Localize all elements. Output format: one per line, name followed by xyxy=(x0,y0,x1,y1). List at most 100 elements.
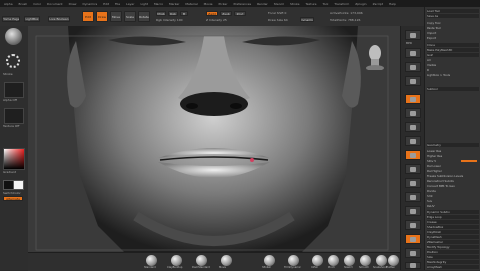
slash3-brush-icon[interactable] xyxy=(344,255,355,266)
scroll-button[interactable] xyxy=(405,62,421,72)
shadowbox-section[interactable]: ShadowBox xyxy=(427,225,479,229)
frame-button[interactable] xyxy=(405,164,421,174)
claybuildup-brush-icon[interactable] xyxy=(171,255,182,266)
line-fill-button[interactable] xyxy=(405,220,421,230)
lower-res-button[interactable]: Lower Res xyxy=(427,149,479,153)
menu-item-file[interactable]: File xyxy=(115,2,120,6)
menu-item-material[interactable]: Material xyxy=(185,2,197,6)
mrgb-button[interactable]: Mrgb xyxy=(156,11,166,16)
aahalf-button[interactable] xyxy=(405,108,421,118)
menu-item-light[interactable]: Light xyxy=(140,2,148,6)
secondary-color-swatch[interactable] xyxy=(13,180,24,190)
menu-item-preferences[interactable]: Preferences xyxy=(233,2,251,6)
menu-item-texture[interactable]: Texture xyxy=(306,2,317,6)
menu-item-picker[interactable]: Picker xyxy=(219,2,228,6)
menu-item-draw[interactable]: Draw xyxy=(69,2,77,6)
menu-item-zplugin[interactable]: Zplugin xyxy=(355,2,366,6)
arraymesh-section[interactable]: ArrayMesh xyxy=(427,265,479,269)
menu-item-alpha[interactable]: Alpha xyxy=(4,2,13,6)
persp-button[interactable] xyxy=(405,122,421,132)
polyf-button[interactable] xyxy=(405,234,421,244)
menu-item-edit[interactable]: Edit xyxy=(103,2,109,6)
import-button[interactable]: Import xyxy=(427,31,479,35)
smt-toggle[interactable]: Smt xyxy=(427,194,479,198)
dynamesh-section[interactable]: DynaMesh xyxy=(427,235,479,239)
del-lower-button[interactable]: Del Lower xyxy=(427,164,479,168)
menu-item-brush[interactable]: Brush xyxy=(19,2,28,6)
paste-tool-button[interactable]: Paste Tool xyxy=(427,26,479,30)
draw-size-slider[interactable]: Draw Size 64 xyxy=(268,18,288,22)
menu-item-document[interactable]: Document xyxy=(47,2,63,6)
move-view-button[interactable] xyxy=(405,178,421,188)
clone-button[interactable]: Clone xyxy=(427,43,479,47)
home-page-button[interactable]: Home Page xyxy=(2,16,20,22)
menu-item-color[interactable]: Color xyxy=(33,2,41,6)
floor-button[interactable] xyxy=(405,136,421,146)
texture-off-thumbnail[interactable] xyxy=(4,108,24,124)
reconstruct-subdiv-button[interactable]: Reconstruct Subdiv xyxy=(427,179,479,183)
menu-item-macro[interactable]: Macro xyxy=(154,2,163,6)
edit-button[interactable]: Edit xyxy=(82,11,94,22)
rotate-view-button[interactable] xyxy=(405,206,421,216)
trimdynamic-brush-icon[interactable] xyxy=(288,255,299,266)
scale-view-button[interactable] xyxy=(405,192,421,202)
solo-button[interactable] xyxy=(405,262,421,269)
copy-tool-button[interactable]: Copy Tool xyxy=(427,21,479,25)
size-section[interactable]: Size xyxy=(427,255,479,259)
reuv-toggle[interactable]: ReUV xyxy=(427,204,479,208)
stroke-dots-thumbnail[interactable] xyxy=(6,54,20,68)
smooth-brush-icon[interactable] xyxy=(360,255,371,266)
rgb-intensity-slider[interactable]: Rgb Intensity 100 xyxy=(156,18,183,22)
freeze-subdivision-button[interactable]: Freeze SubDivision Levels xyxy=(427,174,479,178)
dynamic-button[interactable]: Dynamic xyxy=(300,17,314,22)
draw-button[interactable]: Draw xyxy=(96,11,108,22)
menu-item-stroke[interactable]: Stroke xyxy=(290,2,300,6)
focal-shift-slider[interactable]: Focal Shift 0 xyxy=(268,11,286,15)
menu-item-marker[interactable]: Marker xyxy=(169,2,179,6)
menu-item-stencil[interactable]: Stencil xyxy=(274,2,284,6)
transp-button[interactable] xyxy=(405,248,421,258)
standard-brush-icon[interactable] xyxy=(146,255,157,266)
color-picker[interactable] xyxy=(3,148,25,170)
menu-item-layer[interactable]: Layer xyxy=(126,2,134,6)
inflat-brush-icon[interactable] xyxy=(312,255,323,266)
load-tool-button[interactable]: Load Tool xyxy=(427,9,479,13)
save-as-button[interactable]: Save As xyxy=(427,14,479,18)
r-button[interactable]: R xyxy=(427,68,479,72)
m-button[interactable]: M xyxy=(180,11,188,16)
position-section[interactable]: Position xyxy=(427,250,479,254)
standard-brush-thumbnail[interactable] xyxy=(5,28,22,45)
higher-res-button[interactable]: Higher Res xyxy=(427,154,479,158)
divide-button[interactable]: Divide xyxy=(427,189,479,193)
convert-bpr-button[interactable]: Convert BPR To Geo xyxy=(427,184,479,188)
hpolish-brush-icon[interactable] xyxy=(264,255,275,266)
rgb-button[interactable]: Rgb xyxy=(168,11,178,16)
claypolish-section[interactable]: ClayPolish xyxy=(427,230,479,234)
menu-item-transform[interactable]: Transform xyxy=(334,2,349,6)
local-button[interactable] xyxy=(405,150,421,160)
lightbox-button[interactable]: LightBox xyxy=(24,16,40,22)
menu-item-render[interactable]: Render xyxy=(257,2,268,6)
z-intensity-slider[interactable]: Z Intensity 25 xyxy=(206,18,227,22)
menu-item-tool[interactable]: Tool xyxy=(322,2,328,6)
zcut-button[interactable]: Zcut xyxy=(234,11,246,16)
dynamic-subdiv-section[interactable]: Dynamic Subdiv xyxy=(427,210,479,214)
geometry-section[interactable]: Geometry xyxy=(427,143,479,147)
move-button[interactable]: Move xyxy=(110,11,122,22)
pinch-brush-icon[interactable] xyxy=(328,255,339,266)
modify-topology-section[interactable]: Modify Topology xyxy=(427,245,479,249)
menu-item-zscript[interactable]: Zscript xyxy=(373,2,383,6)
rotate-button[interactable]: Rotate xyxy=(138,11,150,22)
lightbox-tools-button[interactable]: Lightbox > Tools xyxy=(427,73,479,77)
alpha-off-thumbnail[interactable] xyxy=(4,82,24,98)
bpr-button[interactable] xyxy=(405,30,421,40)
export-button[interactable]: Export xyxy=(427,36,479,40)
scale-button[interactable]: Scale xyxy=(124,11,136,22)
goz-button[interactable]: GoZ xyxy=(427,53,479,57)
subtool-section[interactable]: Subtool xyxy=(427,87,479,91)
move-brush-icon[interactable] xyxy=(221,255,232,266)
zsub-button[interactable]: Zsub xyxy=(220,11,232,16)
suv-toggle[interactable]: Suv xyxy=(427,199,479,203)
actual-button[interactable] xyxy=(405,94,421,104)
alternate-button[interactable]: Alternate xyxy=(3,196,23,201)
